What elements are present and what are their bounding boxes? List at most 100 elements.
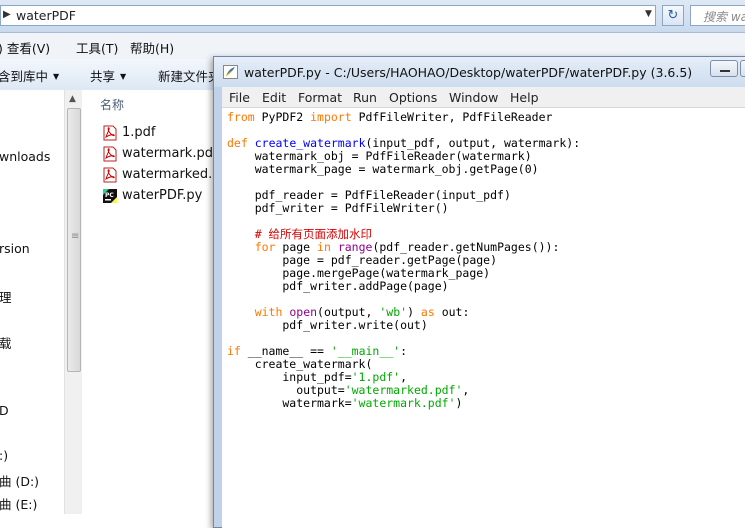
code-token: pdf_writer.write(out) — [227, 318, 428, 332]
code-token: output= — [227, 383, 345, 397]
share-button[interactable]: 共享 ▼ — [90, 66, 126, 85]
menu-run[interactable]: Run — [353, 90, 377, 105]
file-name: 1.pdf — [122, 125, 156, 140]
code-line: pdf_writer.write(out) — [227, 318, 428, 332]
scroll-up-icon[interactable]: ▲ — [69, 94, 76, 104]
code-token: def — [227, 136, 248, 150]
code-token: PyPDF2 — [254, 110, 311, 124]
menu-edit[interactable]: Edit — [262, 90, 286, 105]
code-token: (output, — [317, 305, 380, 319]
code-token: for — [254, 240, 276, 254]
code-editor[interactable]: from PyPDF2 import PdfFileWriter, PdfFil… — [222, 107, 745, 528]
nav-item-drive-d[interactable]: 曲 (D:) — [0, 471, 39, 490]
include-in-library-button[interactable]: 含到库中 ▼ — [0, 66, 59, 85]
code-line: for page in range(pdf_reader.getNumPages… — [227, 240, 560, 254]
chevron-down-icon: ▼ — [53, 72, 60, 81]
code-token: pdf_writer.addPage(page) — [227, 279, 449, 293]
refresh-button[interactable]: ↻ — [662, 5, 684, 26]
code-token: (pdf_reader.getNumPages()): — [372, 240, 560, 254]
breadcrumb-chevron-icon[interactable]: ▶ — [3, 9, 11, 20]
nav-item-downloads[interactable]: wnloads — [0, 149, 50, 164]
minimize-icon — [720, 70, 730, 72]
code-token: '1.pdf' — [351, 370, 401, 384]
code-token: 'wb' — [379, 305, 408, 319]
code-token: open — [289, 305, 318, 319]
menu-help[interactable]: Help — [510, 90, 539, 105]
code-token: '__main__' — [330, 344, 401, 358]
code-token: page — [275, 240, 318, 254]
menu-options[interactable]: Options — [389, 90, 437, 105]
nav-item-drive-e[interactable]: 曲 (E:) — [0, 494, 37, 513]
search-input[interactable]: 搜索 wa — [690, 5, 745, 26]
menu-window[interactable]: Window — [449, 90, 498, 105]
nav-item-version[interactable]: rsion — [0, 241, 30, 256]
search-placeholder: 搜索 wa — [703, 10, 745, 24]
code-token: create_watermark( — [227, 357, 373, 371]
nav-item-manage[interactable]: 理 — [0, 287, 12, 306]
nav-item-downloads-cn[interactable]: 载 — [0, 333, 12, 352]
code-token: watermark= — [227, 396, 352, 410]
code-token: watermark_obj = PdfFileReader(watermark) — [227, 149, 532, 163]
code-token: import — [310, 110, 352, 124]
code-line: input_pdf='1.pdf', — [227, 370, 407, 384]
code-line: watermark_page = watermark_obj.getPage(0… — [227, 162, 539, 176]
address-dropdown-icon[interactable]: ▼ — [645, 9, 652, 19]
code-token: # 给所有页面添加水印 — [254, 227, 373, 241]
code-token: with — [254, 305, 283, 319]
code-token: as — [420, 305, 435, 319]
code-token: , — [462, 383, 470, 397]
maximize-button[interactable] — [740, 60, 745, 77]
code-token: if — [227, 344, 241, 358]
code-line: output='watermarked.pdf', — [227, 383, 469, 397]
file-name: waterPDF.py — [122, 188, 203, 203]
code-token: ) — [407, 305, 421, 319]
file-list: 名称 1.pdf watermark.pdf watermarked.pdf P… — [82, 90, 233, 514]
code-token: PdfFileWriter, PdfFileReader — [351, 110, 553, 124]
code-token: , — [400, 370, 408, 384]
menu-file[interactable]: File — [229, 90, 250, 105]
code-line: # 给所有页面添加水印 — [227, 227, 372, 241]
column-header-name[interactable]: 名称 — [100, 96, 124, 113]
code-token: range — [337, 240, 373, 254]
idle-title-bar[interactable]: waterPDF.py - C:/Users/HAOHAO/Desktop/wa… — [214, 57, 745, 87]
python-feather-icon — [223, 65, 238, 79]
code-text: from PyPDF2 import PdfFileWriter, PdfFil… — [227, 111, 580, 410]
new-folder-button[interactable]: 新建文件夹 — [158, 66, 221, 85]
scrollbar-thumb[interactable]: ≡ — [67, 108, 81, 372]
code-token: watermark_page = watermark_obj.getPage(0… — [227, 162, 539, 176]
nav-item-d[interactable]: D — [0, 403, 9, 418]
nav-item-drive-c[interactable]: :) — [0, 448, 8, 463]
code-token: __name__ == — [240, 344, 331, 358]
code-token: 'watermarked.pdf' — [344, 383, 463, 397]
address-path: waterPDF — [16, 8, 76, 23]
code-token: ) — [455, 396, 463, 410]
code-line: watermark='watermark.pdf') — [227, 396, 462, 410]
grip-icon: ≡ — [71, 231, 80, 242]
svg-text:PC: PC — [105, 192, 114, 199]
address-bar[interactable]: ▶ waterPDF ▼ — [0, 5, 656, 26]
code-token: pdf_reader = PdfFileReader(input_pdf) — [227, 188, 511, 202]
code-line: with open(output, 'wb') as out: — [227, 305, 470, 319]
code-line: pdf_writer = PdfFileWriter() — [227, 201, 449, 215]
nav-scrollbar[interactable]: ▲ ≡ — [64, 90, 83, 514]
code-token: from — [227, 110, 255, 124]
navigation-pane: wnloads rsion 理 载 D :) 曲 (D:) 曲 (E:) — [0, 90, 64, 514]
file-name: watermark.pdf — [122, 146, 218, 161]
code-token: : — [400, 344, 408, 358]
code-line: page = pdf_reader.getPage(page) — [227, 253, 497, 267]
code-token: page.mergePage(watermark_page) — [227, 266, 491, 280]
code-token: (input_pdf, output, watermark): — [365, 136, 581, 150]
menu-help[interactable]: 帮助(H) — [130, 38, 174, 57]
code-line: from PyPDF2 import PdfFileWriter, PdfFil… — [227, 110, 552, 124]
menu-tools[interactable]: 工具(T) — [76, 38, 118, 57]
code-line: pdf_reader = PdfFileReader(input_pdf) — [227, 188, 511, 202]
idle-menu-bar: File Edit Format Run Options Window Help — [222, 87, 745, 107]
minimize-button[interactable] — [710, 60, 738, 77]
menu-format[interactable]: Format — [298, 90, 342, 105]
refresh-icon: ↻ — [667, 8, 679, 23]
menu-view[interactable]: ) 查看(V) — [0, 38, 50, 57]
